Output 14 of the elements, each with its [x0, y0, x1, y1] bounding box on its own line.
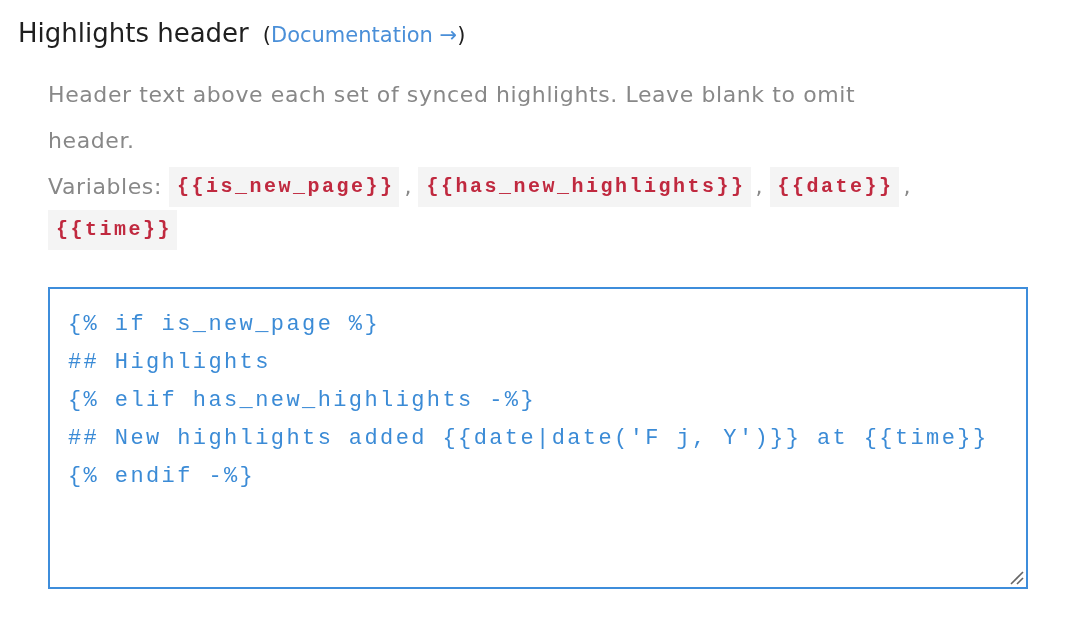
variable-code: {{has_new_highlights}} [418, 167, 751, 207]
variable-code: {{time}} [48, 210, 177, 250]
comma-text: , [755, 173, 763, 201]
field-description: Header text above each set of synced highlights. Leave blank to omit header. [48, 81, 857, 155]
documentation-note: (Documentation →) [262, 22, 466, 49]
resize-grip-icon[interactable] [1010, 571, 1024, 585]
documentation-link[interactable]: Documentation → [271, 23, 458, 47]
comma-text: , [404, 173, 412, 201]
field-title: Highlights header [18, 17, 249, 50]
variable-code: {{date}} [769, 167, 899, 207]
comma-text: , [903, 173, 911, 201]
variables-label: Variables: [48, 173, 162, 201]
template-textarea[interactable]: {% if is_new_page %} ## Highlights {% elif has_new_highlights -%} ## New highlights added {{date|date('F j, Y')}} at {{time}} {% endif -%} [48, 287, 1028, 589]
variable-code: {{is_new_page}} [168, 167, 400, 207]
